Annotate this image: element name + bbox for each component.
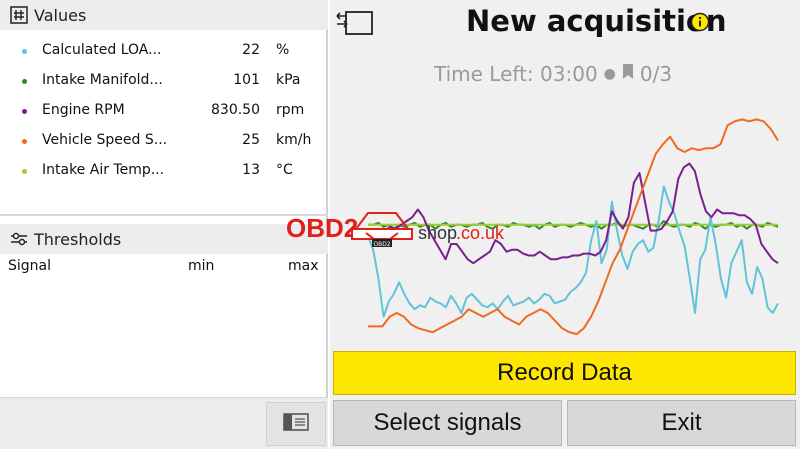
thresholds-columns: Signal min max: [0, 258, 328, 278]
car-logo-icon: OBD2: [351, 212, 413, 248]
values-title: Values: [34, 5, 87, 25]
bookmark-icon: [622, 62, 634, 86]
value-unit: °C: [276, 162, 293, 178]
divider: [0, 214, 328, 216]
value-unit: kPa: [276, 72, 301, 88]
acquisition-count: 0/3: [639, 62, 673, 86]
value-row[interactable]: Calculated LOA... 22 %: [0, 36, 328, 66]
series-dot: [22, 49, 27, 54]
watermark-logo: OBD2 OBD2 shop .co.uk: [286, 212, 505, 248]
value-name: Calculated LOA...: [42, 42, 162, 58]
series-dot: [22, 79, 27, 84]
values-list: Calculated LOA... 22 % Intake Manifold..…: [0, 36, 328, 186]
column-max: max: [288, 258, 319, 274]
value-row[interactable]: Intake Air Temp... 13 °C: [0, 156, 328, 186]
value-reading: 13: [242, 162, 260, 178]
watermark-text-c: .co.uk: [456, 223, 505, 243]
value-reading: 22: [242, 42, 260, 58]
value-unit: %: [276, 42, 290, 58]
page-title: New acquisition: [466, 4, 727, 38]
column-min: min: [188, 258, 215, 274]
value-row[interactable]: Vehicle Speed S... 25 km/h: [0, 126, 328, 156]
value-reading: 25: [242, 132, 260, 148]
value-name: Intake Air Temp...: [42, 162, 165, 178]
time-left: Time Left: 03:00: [434, 62, 598, 86]
value-reading: 101: [233, 72, 260, 88]
status-line: Time Left: 03:00 ● 0/3: [434, 62, 672, 86]
badge-text: OBD2: [373, 241, 390, 248]
value-name: Engine RPM: [42, 102, 125, 118]
record-data-button[interactable]: Record Data: [333, 351, 796, 395]
value-unit: rpm: [276, 102, 305, 118]
hash-icon: [10, 6, 28, 24]
info-icon[interactable]: [690, 12, 710, 32]
watermark-text-a: OBD2: [286, 213, 358, 243]
panel-icon: [283, 413, 309, 435]
left-panel: Values Calculated LOA... 22 % Intake Man…: [0, 0, 328, 449]
value-name: Vehicle Speed S...: [42, 132, 168, 148]
series-dot: [22, 139, 27, 144]
sliders-icon: [10, 230, 28, 248]
separator-dot: ●: [603, 66, 616, 82]
watermark-text-b: shop: [418, 223, 457, 243]
value-row[interactable]: Engine RPM 830.50 rpm: [0, 96, 328, 126]
value-reading: 830.50: [211, 102, 260, 118]
values-header: Values: [0, 0, 328, 30]
exit-button[interactable]: Exit: [567, 400, 796, 446]
screen-switch-icon[interactable]: [334, 8, 374, 38]
series-dot: [22, 169, 27, 174]
thresholds-title: Thresholds: [34, 229, 122, 249]
value-row[interactable]: Intake Manifold... 101 kPa: [0, 66, 328, 96]
value-name: Intake Manifold...: [42, 72, 163, 88]
series-dot: [22, 109, 27, 114]
value-unit: km/h: [276, 132, 312, 148]
column-signal: Signal: [8, 258, 52, 274]
thresholds-header: Thresholds: [0, 224, 328, 254]
select-signals-button[interactable]: Select signals: [333, 400, 562, 446]
panel-toggle-button[interactable]: [266, 402, 326, 446]
